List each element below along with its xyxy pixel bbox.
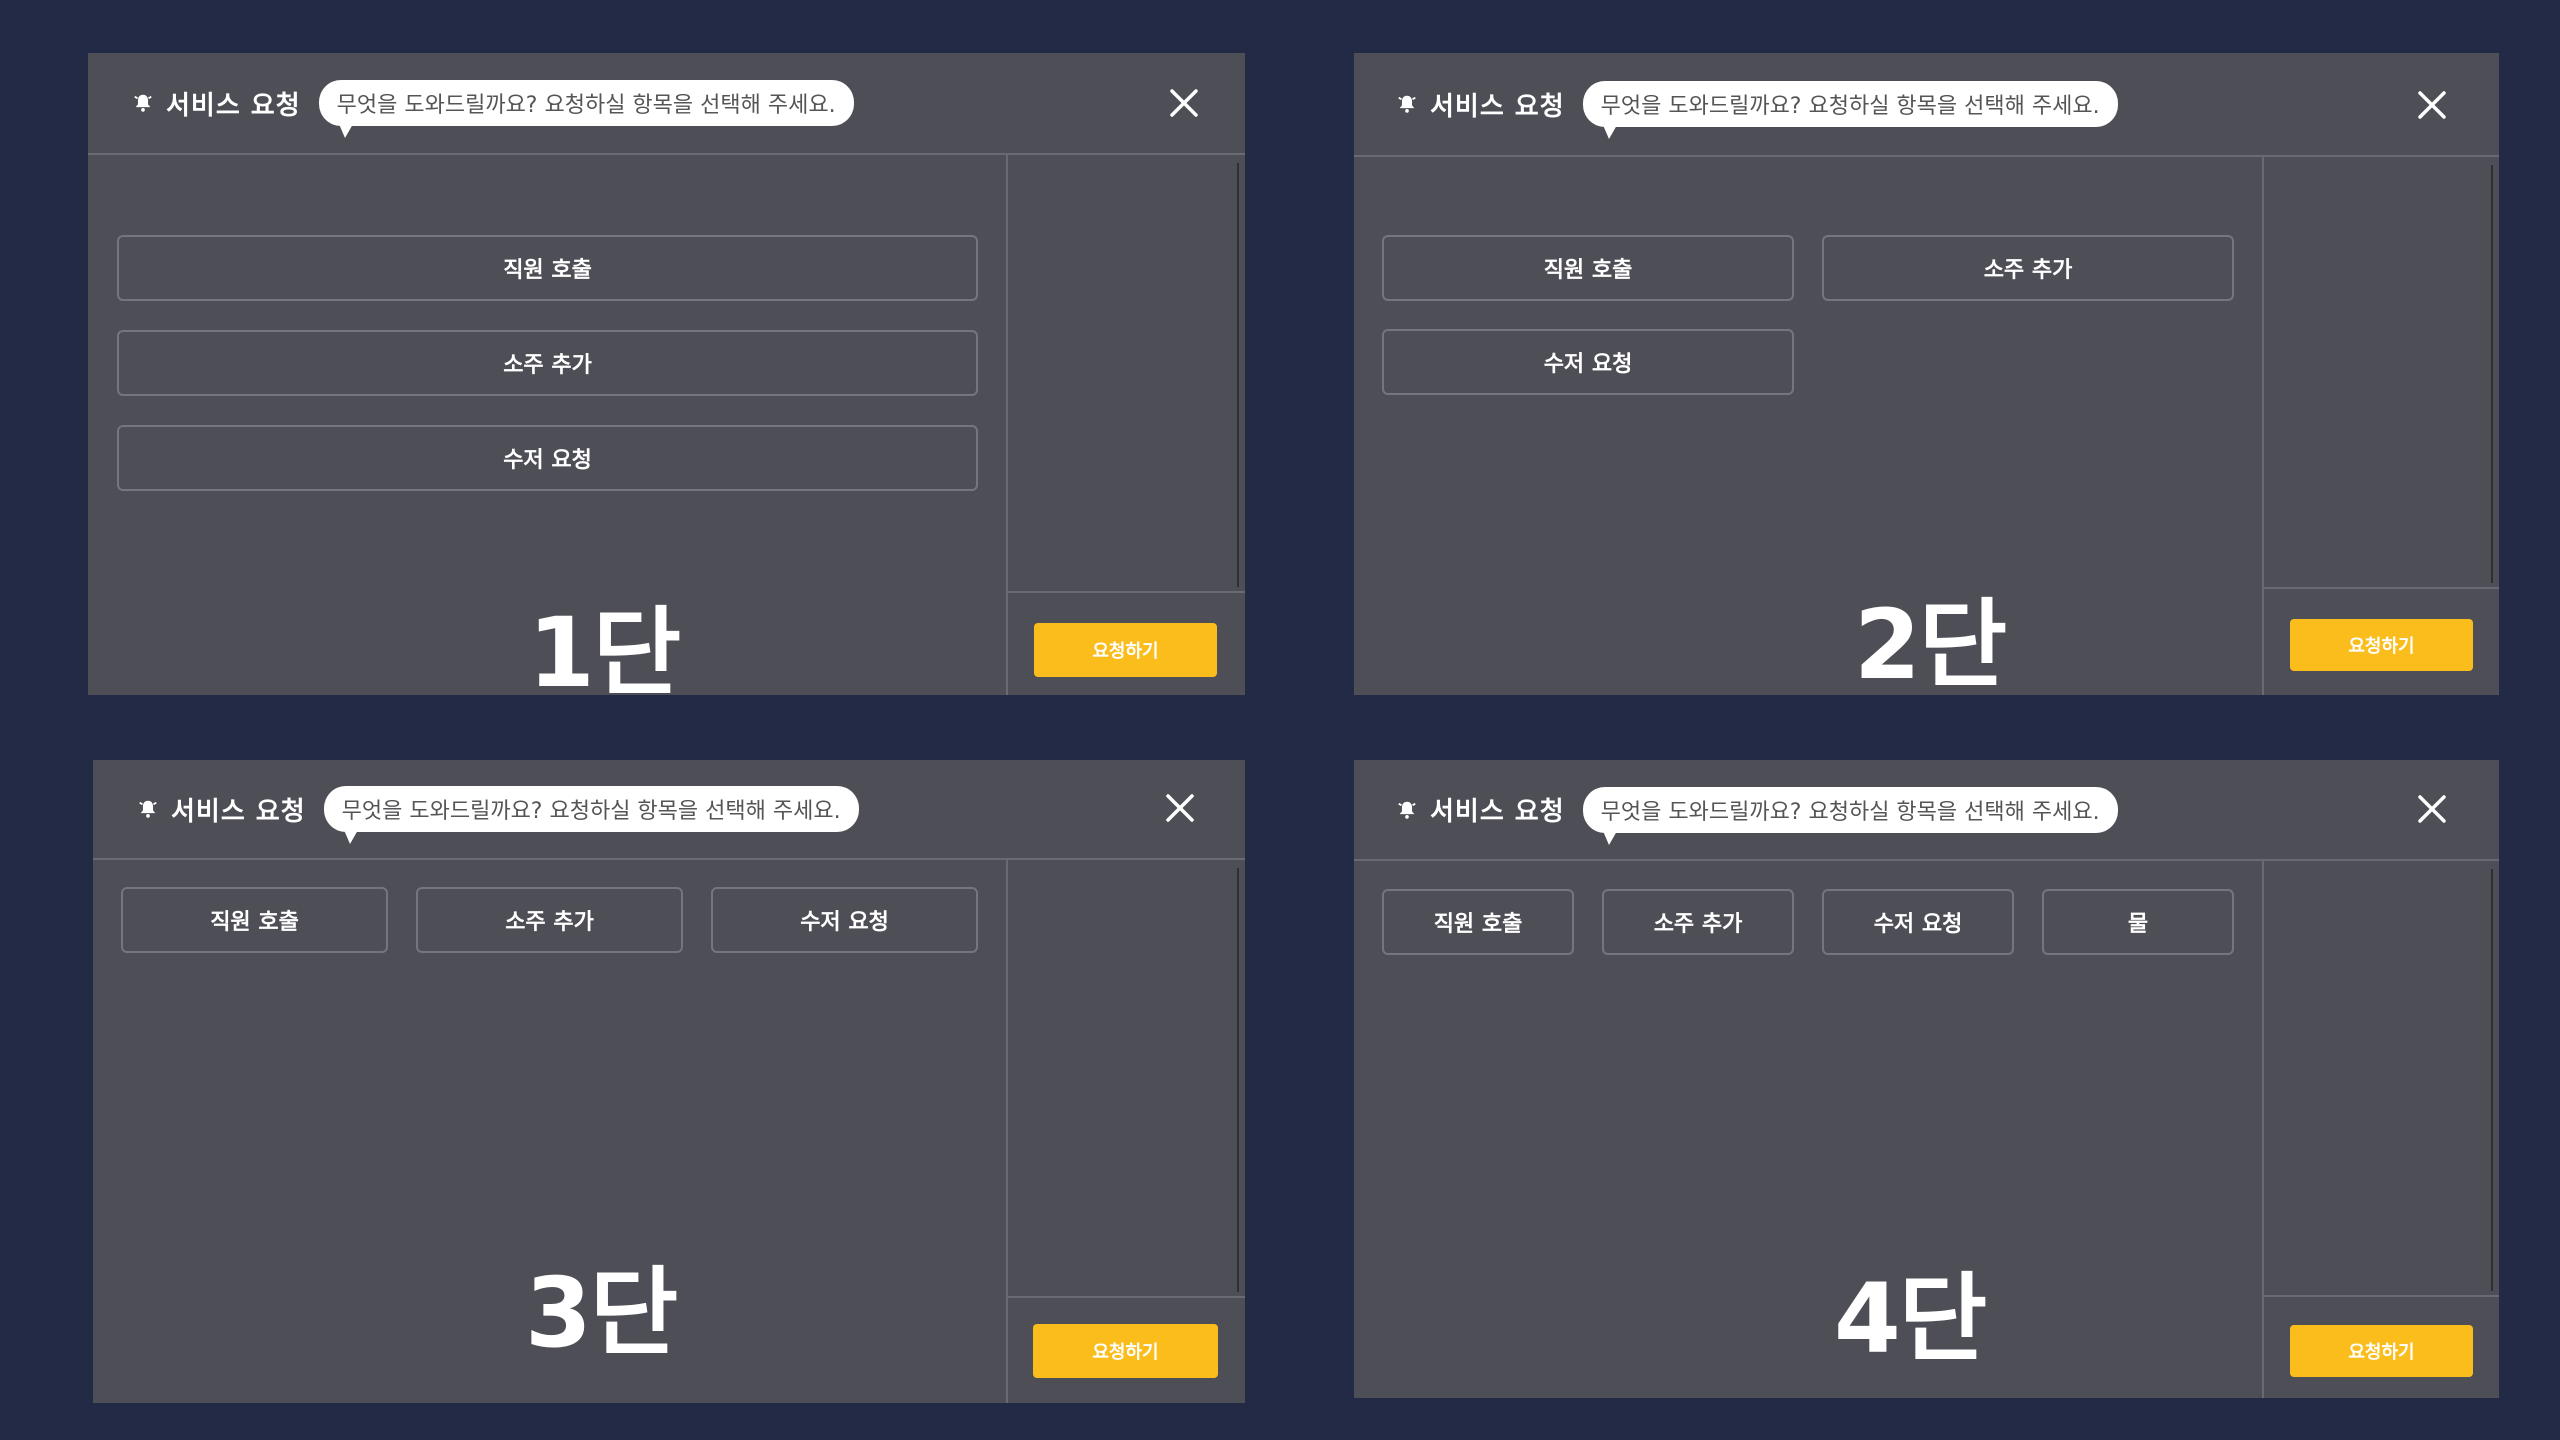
option-add-soju[interactable]: 소주 추가 xyxy=(117,330,978,396)
layout-label: 2단 xyxy=(1854,589,2007,701)
layout-label: 4단 xyxy=(1834,1263,1987,1375)
option-request-utensils[interactable]: 수저 요청 xyxy=(117,425,978,491)
option-water[interactable]: 물 xyxy=(2042,889,2234,955)
dialog-title: 서비스 요청 xyxy=(1430,797,1565,827)
bell-icon xyxy=(1396,93,1418,115)
prompt-bubble: 무엇을 도와드릴까요? 요청하실 항목을 선택해 주세요. xyxy=(323,786,859,844)
option-staff-call[interactable]: 직원 호출 xyxy=(1382,235,1794,301)
request-sidebar: 요청하기 xyxy=(1006,860,1245,1403)
service-request-dialog-4col: 서비스 요청 무엇을 도와드릴까요? 요청하실 항목을 선택해 주세요. 직원 … xyxy=(1354,760,2499,1398)
bell-icon xyxy=(137,798,159,820)
option-request-utensils[interactable]: 수저 요청 xyxy=(1382,329,1794,395)
bell-icon xyxy=(132,92,154,114)
selected-items-list xyxy=(1008,155,1245,593)
dialog-header: 서비스 요청 무엇을 도와드릴까요? 요청하실 항목을 선택해 주세요. xyxy=(1354,760,2499,861)
selected-items-list xyxy=(1008,860,1245,1298)
scrollbar[interactable] xyxy=(1237,163,1239,587)
options-area: 직원 호출 소주 추가 수저 요청 물 4단 xyxy=(1354,861,2262,1398)
dialog-title: 서비스 요청 xyxy=(166,90,301,121)
dialog-header: 서비스 요청 무엇을 도와드릴까요? 요청하실 항목을 선택해 주세요. xyxy=(88,53,1245,155)
scrollbar[interactable] xyxy=(2491,869,2493,1291)
request-sidebar: 요청하기 xyxy=(2262,157,2499,695)
request-button[interactable]: 요청하기 xyxy=(1033,1324,1218,1378)
service-request-dialog-1col: 서비스 요청 무엇을 도와드릴까요? 요청하실 항목을 선택해 주세요. 직원 … xyxy=(88,53,1245,709)
scrollbar[interactable] xyxy=(1237,868,1239,1292)
layout-label: 1단 xyxy=(528,597,681,709)
request-button[interactable]: 요청하기 xyxy=(2290,619,2473,671)
service-request-dialog-2col: 서비스 요청 무엇을 도와드릴까요? 요청하실 항목을 선택해 주세요. 직원 … xyxy=(1354,53,2499,701)
options-area: 직원 호출 소주 추가 수저 요청 2단 xyxy=(1354,157,2262,701)
prompt-bubble: 무엇을 도와드릴까요? 요청하실 항목을 선택해 주세요. xyxy=(318,80,854,138)
dialog-header: 서비스 요청 무엇을 도와드릴까요? 요청하실 항목을 선택해 주세요. xyxy=(1354,53,2499,157)
options-area: 직원 호출 소주 추가 수저 요청 1단 xyxy=(88,155,1006,709)
option-add-soju[interactable]: 소주 추가 xyxy=(416,887,683,953)
close-icon[interactable] xyxy=(2410,787,2454,831)
service-request-dialog-3col: 서비스 요청 무엇을 도와드릴까요? 요청하실 항목을 선택해 주세요. 직원 … xyxy=(93,760,1245,1403)
prompt-bubble: 무엇을 도와드릴까요? 요청하실 항목을 선택해 주세요. xyxy=(1582,81,2118,139)
option-request-utensils[interactable]: 수저 요청 xyxy=(711,887,978,953)
close-icon[interactable] xyxy=(1162,81,1206,125)
option-request-utensils[interactable]: 수저 요청 xyxy=(1822,889,2014,955)
selected-items-list xyxy=(2264,157,2499,589)
close-icon[interactable] xyxy=(1158,786,1202,830)
request-sidebar: 요청하기 xyxy=(2262,861,2499,1398)
dialog-header: 서비스 요청 무엇을 도와드릴까요? 요청하실 항목을 선택해 주세요. xyxy=(93,760,1245,860)
dialog-title: 서비스 요청 xyxy=(171,796,306,827)
request-button[interactable]: 요청하기 xyxy=(1034,623,1217,677)
option-staff-call[interactable]: 직원 호출 xyxy=(121,887,388,953)
close-icon[interactable] xyxy=(2410,83,2454,127)
option-add-soju[interactable]: 소주 추가 xyxy=(1822,235,2234,301)
scrollbar[interactable] xyxy=(2491,165,2493,583)
option-staff-call[interactable]: 직원 호출 xyxy=(1382,889,1574,955)
option-add-soju[interactable]: 소주 추가 xyxy=(1602,889,1794,955)
option-staff-call[interactable]: 직원 호출 xyxy=(117,235,978,301)
selected-items-list xyxy=(2264,861,2499,1297)
layout-label: 3단 xyxy=(525,1257,678,1369)
options-area: 직원 호출 소주 추가 수저 요청 3단 xyxy=(93,860,1006,1403)
bell-icon xyxy=(1396,799,1418,821)
dialog-title: 서비스 요청 xyxy=(1430,91,1565,122)
request-sidebar: 요청하기 xyxy=(1006,155,1245,695)
prompt-bubble: 무엇을 도와드릴까요? 요청하실 항목을 선택해 주세요. xyxy=(1582,786,2118,845)
request-button[interactable]: 요청하기 xyxy=(2290,1325,2473,1377)
